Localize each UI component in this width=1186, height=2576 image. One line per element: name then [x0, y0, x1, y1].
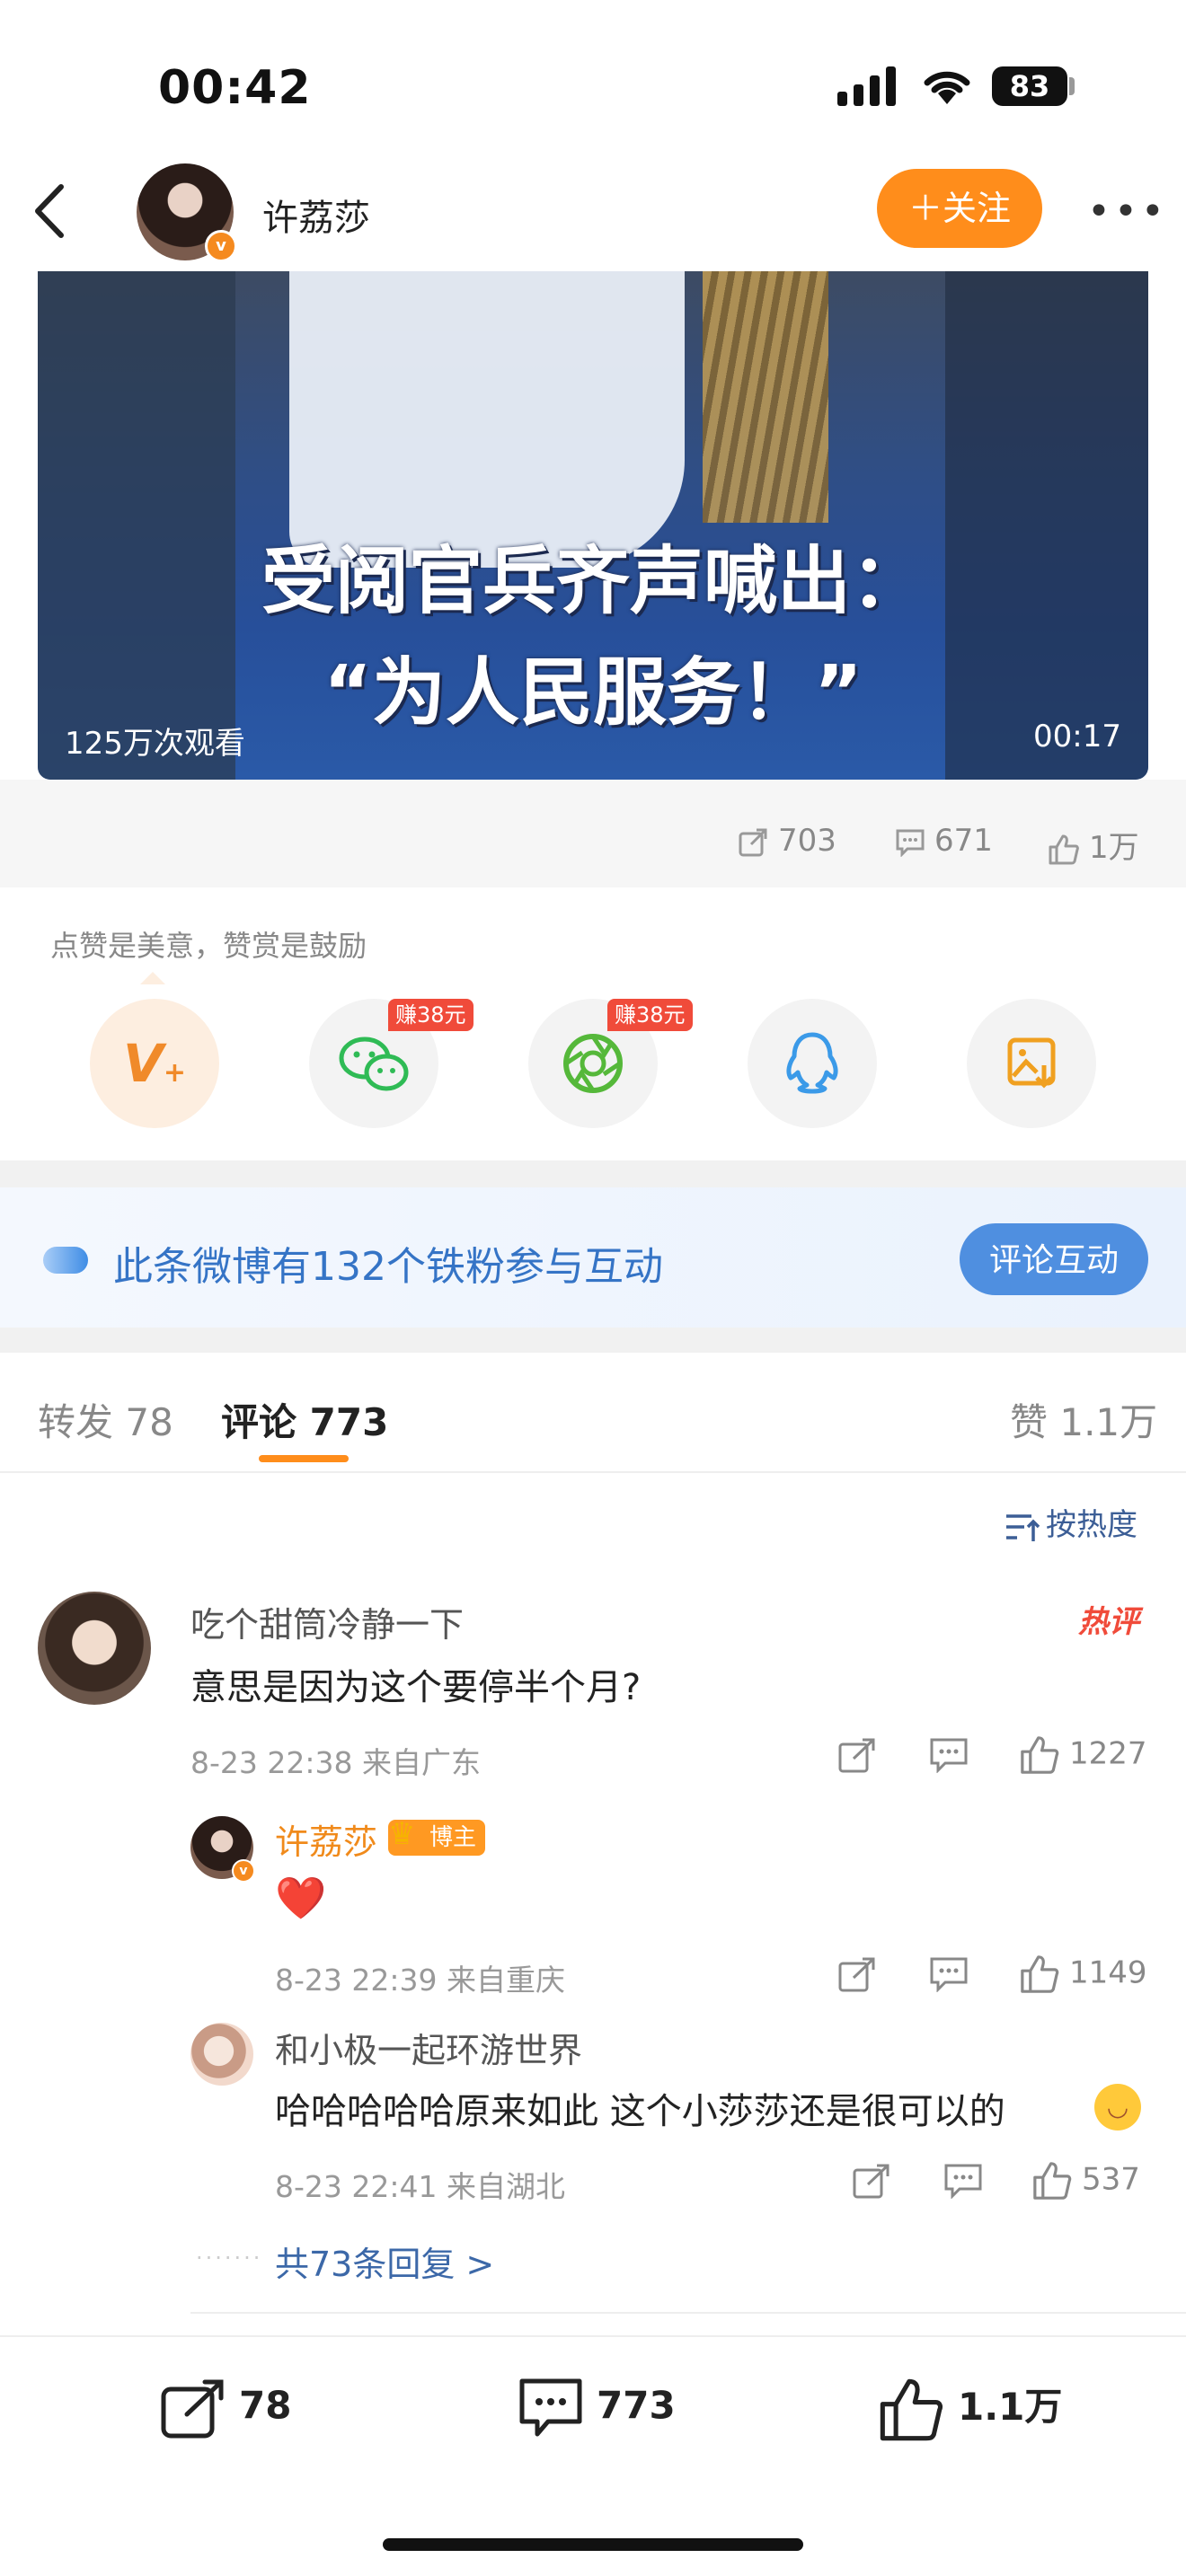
reply-avatar[interactable] [190, 2023, 253, 2086]
repost-icon [739, 828, 767, 856]
reply-meta: 8-23 22:41 来自湖北 [275, 2169, 565, 2204]
thumbs-up-icon [1021, 1736, 1059, 1774]
comment-text: 意思是因为这个要停半个月? [190, 1667, 642, 1708]
repost-stat[interactable]: 703 [739, 823, 836, 859]
reply-like-count: 537 [1082, 2161, 1140, 2198]
post-stats-bar [0, 780, 1186, 887]
sort-label: 按热度 [1046, 1507, 1137, 1543]
repost-icon [161, 2379, 224, 2439]
save-image-icon [967, 999, 1096, 1128]
reply-author-name[interactable]: 和小极一起环游世界 [275, 2023, 582, 2072]
cellular-signal-icon [837, 65, 900, 106]
author-name[interactable]: 许荔莎 [262, 189, 370, 241]
comment-repost-icon[interactable] [837, 1737, 877, 1777]
video-player[interactable]: 受阅官兵齐声喊出： “为人民服务！” 125万次观看 00:17 [38, 271, 1148, 780]
reply-meta: 8-23 22:39 来自重庆 [275, 1963, 565, 1998]
verified-badge-icon: v [205, 230, 237, 262]
reward-tip: 点赞是美意，赞赏是鼓励 [50, 929, 367, 963]
comment-icon [519, 2378, 582, 2437]
bottom-comment-count: 773 [597, 2383, 676, 2428]
share-qq-button[interactable] [748, 999, 877, 1128]
commenter-avatar[interactable] [38, 1592, 151, 1705]
sort-by-hotness-button[interactable]: 按热度 [1005, 1500, 1137, 1544]
comment-stat[interactable]: 671 [895, 823, 993, 859]
repost-count: 703 [778, 823, 836, 859]
reply-repost-icon[interactable] [852, 2163, 891, 2202]
thumbs-up-icon [1033, 2162, 1072, 2200]
vplus-reward-button[interactable]: V+ [90, 999, 219, 1128]
comment-count: 671 [934, 823, 993, 859]
comment-meta: 8-23 22:38 来自广东 [190, 1745, 481, 1780]
like-count: 1万 [1089, 830, 1139, 866]
tabs-divider [0, 1471, 1186, 1473]
fans-pill-icon [43, 1247, 88, 1274]
section-divider [0, 1328, 1186, 1353]
view-more-replies-link[interactable]: 共73条回复 > [275, 2236, 494, 2286]
battery-tip [1069, 77, 1075, 95]
video-duration: 00:17 [1033, 719, 1121, 754]
reply-like[interactable]: 1149 [1019, 1954, 1147, 1994]
more-options-icon[interactable]: ••• [1087, 189, 1168, 234]
commenter-name[interactable]: 吃个甜筒冷静一下 [190, 1597, 464, 1646]
reply-text: ❤️ [275, 1874, 327, 1922]
bottom-bar-divider [0, 2335, 1186, 2337]
section-divider [0, 1160, 1186, 1187]
active-tab-indicator [259, 1455, 349, 1462]
qq-icon [748, 999, 877, 1128]
reward-pointer [140, 972, 165, 984]
reply-like[interactable]: 537 [1031, 2161, 1140, 2201]
thumbs-up-icon [1021, 1955, 1059, 1993]
like-stat[interactable]: 1万 [1048, 823, 1139, 867]
comment-interact-button[interactable]: 评论互动 [960, 1223, 1148, 1295]
back-icon[interactable] [27, 180, 72, 243]
home-indicator[interactable] [383, 2538, 803, 2551]
thumbs-up-icon [880, 2378, 943, 2440]
reply-reply-icon[interactable] [929, 1956, 969, 1996]
tab-likes[interactable]: 赞 1.1万 [1010, 1392, 1157, 1447]
bottom-like-button[interactable]: 1.1万 [877, 2377, 1062, 2442]
tab-comments[interactable]: 评论 773 [221, 1392, 388, 1447]
comment-divider [190, 2312, 1186, 2314]
reply-like-count: 1149 [1069, 1954, 1147, 1991]
wifi-icon [920, 63, 974, 106]
reply-repost-icon[interactable] [837, 1956, 877, 1996]
reply-author-name[interactable]: 许荔莎 [275, 1814, 377, 1864]
comment-like[interactable]: 1227 [1019, 1735, 1147, 1775]
comment-like-count: 1227 [1069, 1735, 1147, 1772]
earn-tag-wechat: 赚38元 [388, 999, 474, 1031]
reply-reply-icon[interactable] [943, 2163, 983, 2202]
iron-fans-text: 此条微博有132个铁粉参与互动 [113, 1244, 663, 1290]
save-image-button[interactable] [967, 999, 1096, 1128]
bottom-repost-count: 78 [239, 2383, 292, 2428]
hot-comment-badge: 热评 [1078, 1604, 1139, 1640]
follow-button[interactable]: ＋关注 [877, 169, 1042, 248]
video-frame-tassel [703, 271, 828, 523]
bottom-comment-button[interactable]: 773 [518, 2377, 676, 2439]
earn-tag-moments: 赚38元 [607, 999, 693, 1031]
battery-level: 83 [992, 66, 1067, 106]
replies-dots: ······· [196, 2245, 263, 2271]
reply-text: 哈哈哈哈哈原来如此 这个小莎莎还是很可以的 [275, 2091, 1005, 2132]
comment-icon [896, 829, 925, 858]
crown-icon: ♛ [388, 1816, 416, 1852]
verified-badge-icon: v [232, 1859, 255, 1883]
bottom-like-count: 1.1万 [958, 2385, 1063, 2429]
thumbs-up-icon [1049, 834, 1079, 864]
video-caption-line1: 受阅官兵齐声喊出： [261, 539, 925, 624]
status-time: 00:42 [158, 61, 312, 115]
grinning-emoji-icon: ◡ [1094, 2084, 1141, 2130]
sort-icon [1006, 1513, 1040, 1541]
video-view-count: 125万次观看 [65, 726, 245, 762]
comment-reply-icon[interactable] [929, 1737, 969, 1777]
tab-reposts[interactable]: 转发 78 [38, 1392, 173, 1447]
bottom-repost-button[interactable]: 78 [160, 2377, 291, 2439]
vplus-icon: V+ [122, 1033, 187, 1094]
